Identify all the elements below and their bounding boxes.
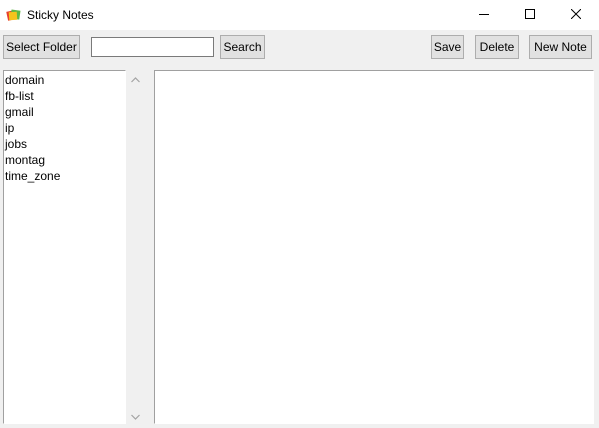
window-title: Sticky Notes: [27, 8, 94, 22]
title-bar: Sticky Notes: [0, 0, 599, 30]
note-editor[interactable]: [154, 70, 594, 424]
maximize-icon: [525, 8, 535, 22]
chevron-up-icon: [131, 72, 140, 86]
scroll-down-button[interactable]: [127, 407, 144, 424]
delete-button[interactable]: Delete: [475, 35, 519, 59]
list-item[interactable]: time_zone: [4, 168, 125, 184]
window-bottom-edge: [0, 424, 599, 428]
list-item[interactable]: ip: [4, 120, 125, 136]
search-button[interactable]: Search: [220, 35, 265, 59]
notes-list[interactable]: domain fb-list gmail ip jobs montag time…: [3, 70, 126, 424]
list-item[interactable]: montag: [4, 152, 125, 168]
save-button[interactable]: Save: [431, 35, 464, 59]
new-note-button[interactable]: New Note: [529, 35, 592, 59]
list-item[interactable]: gmail: [4, 104, 125, 120]
list-item[interactable]: domain: [4, 72, 125, 88]
notes-list-scrollbar[interactable]: [127, 70, 144, 424]
minimize-icon: [479, 8, 489, 22]
close-icon: [570, 8, 582, 22]
list-item[interactable]: fb-list: [4, 88, 125, 104]
scroll-up-button[interactable]: [127, 70, 144, 87]
close-button[interactable]: [553, 0, 599, 30]
list-item[interactable]: jobs: [4, 136, 125, 152]
minimize-button[interactable]: [461, 0, 507, 30]
chevron-down-icon: [131, 409, 140, 423]
maximize-button[interactable]: [507, 0, 553, 30]
select-folder-button[interactable]: Select Folder: [3, 35, 80, 59]
sticky-notes-app-icon: [6, 7, 22, 23]
search-input[interactable]: [91, 37, 214, 57]
